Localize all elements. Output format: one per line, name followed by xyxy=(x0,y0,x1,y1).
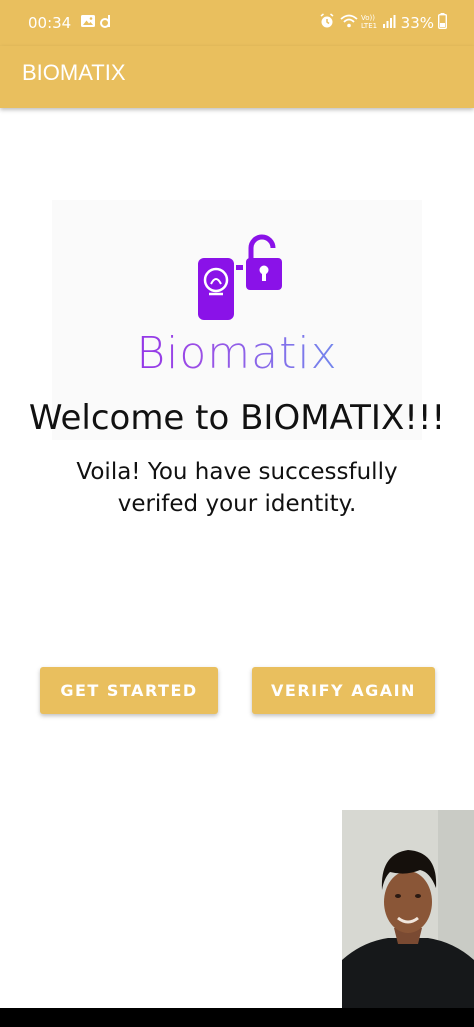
success-message: Voila! You have successfully verifed you… xyxy=(30,456,444,520)
welcome-title: Welcome to BIOMATIX!!! xyxy=(28,398,446,438)
fingerprint-lock-icon xyxy=(198,234,282,320)
navigation-bar xyxy=(0,1008,474,1027)
battery-icon xyxy=(438,13,447,29)
app-bar: BIOMATIX xyxy=(0,46,474,108)
verify-again-button[interactable]: VERIFY AGAIN xyxy=(252,667,435,714)
signal-icon xyxy=(383,15,396,28)
alarm-icon xyxy=(320,13,334,28)
wifi-icon xyxy=(340,14,358,28)
camera-preview xyxy=(342,810,474,1008)
status-time: 00:34 xyxy=(28,14,72,32)
camera-preview-image xyxy=(342,810,474,1008)
gallery-icon xyxy=(81,15,95,27)
d-app-icon xyxy=(100,15,110,28)
logo-wordmark: Biomatix xyxy=(52,328,422,379)
signal-type-label: Vo)) LTE1 xyxy=(361,14,378,30)
status-bar: 00:34 Vo)) LTE1 33% xyxy=(0,0,474,46)
success-message-line-1: Voila! You have successfully xyxy=(76,459,398,485)
battery-percent: 33% xyxy=(400,14,434,32)
get-started-button[interactable]: GET STARTED xyxy=(40,667,218,714)
success-message-line-2: verifed your identity. xyxy=(117,491,357,517)
app-title: BIOMATIX xyxy=(22,60,126,85)
